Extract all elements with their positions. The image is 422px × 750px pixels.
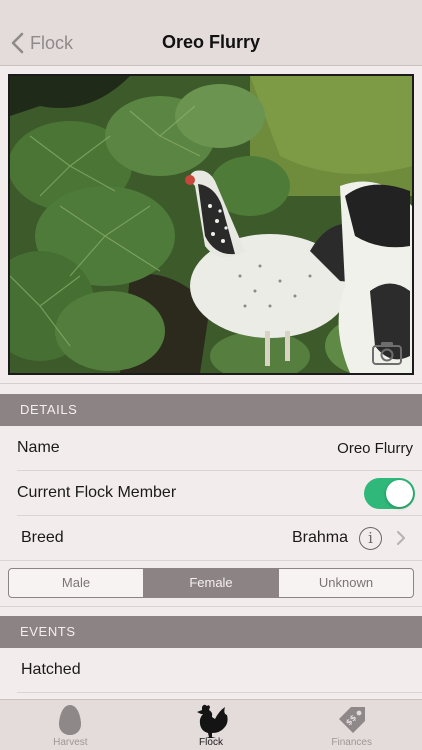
name-label: Name [17,439,60,456]
tab-bar: Harvest Flock $$ Finances [0,699,422,750]
tab-label: Finances [331,737,372,748]
tab-harvest[interactable]: Harvest [0,700,141,750]
segment-female[interactable]: Female [144,569,279,597]
navigation-bar: Flock Oreo Flurry [0,0,422,66]
breed-label: Breed [21,529,64,546]
price-tag-icon: $$ [338,707,365,733]
row-divider [0,606,422,607]
breed-row[interactable]: Breed Brahma i [0,516,422,560]
chicken-icon [197,704,228,738]
tab-finances[interactable]: $$ Finances [281,700,422,750]
events-section-header: EVENTS [0,616,422,648]
chicken-photo-image [10,76,412,373]
segment-unknown[interactable]: Unknown [279,569,413,597]
tab-label: Harvest [53,737,88,748]
current-member-label: Current Flock Member [17,484,177,501]
event-label: Hatched [21,661,81,678]
info-icon[interactable]: i [359,526,382,550]
breed-value: Brahma [291,529,348,546]
name-row[interactable]: Name Oreo Flurry [0,426,422,470]
row-divider [17,692,422,693]
camera-icon[interactable] [372,341,402,365]
egg-icon [59,705,82,735]
tab-label: Flock [199,737,223,748]
row-divider [0,560,422,561]
event-row-hatched[interactable]: Hatched [0,648,422,692]
divider [0,383,422,384]
chevron-right-icon [397,531,405,545]
toggle-knob [386,479,413,507]
name-value: Oreo Flurry [337,439,413,457]
sex-segmented-control: Male Female Unknown [8,568,414,598]
current-member-row: Current Flock Member [0,471,422,515]
current-member-toggle[interactable] [364,477,415,509]
chicken-photo[interactable] [8,74,414,375]
tab-flock[interactable]: Flock [141,700,282,750]
details-section-header: DETAILS [0,394,422,426]
page-title: Oreo Flurry [161,32,261,52]
segment-male[interactable]: Male [9,569,144,597]
app-screen: Flock Oreo Flurry DETAILS Name Oreo Flur… [0,0,422,750]
